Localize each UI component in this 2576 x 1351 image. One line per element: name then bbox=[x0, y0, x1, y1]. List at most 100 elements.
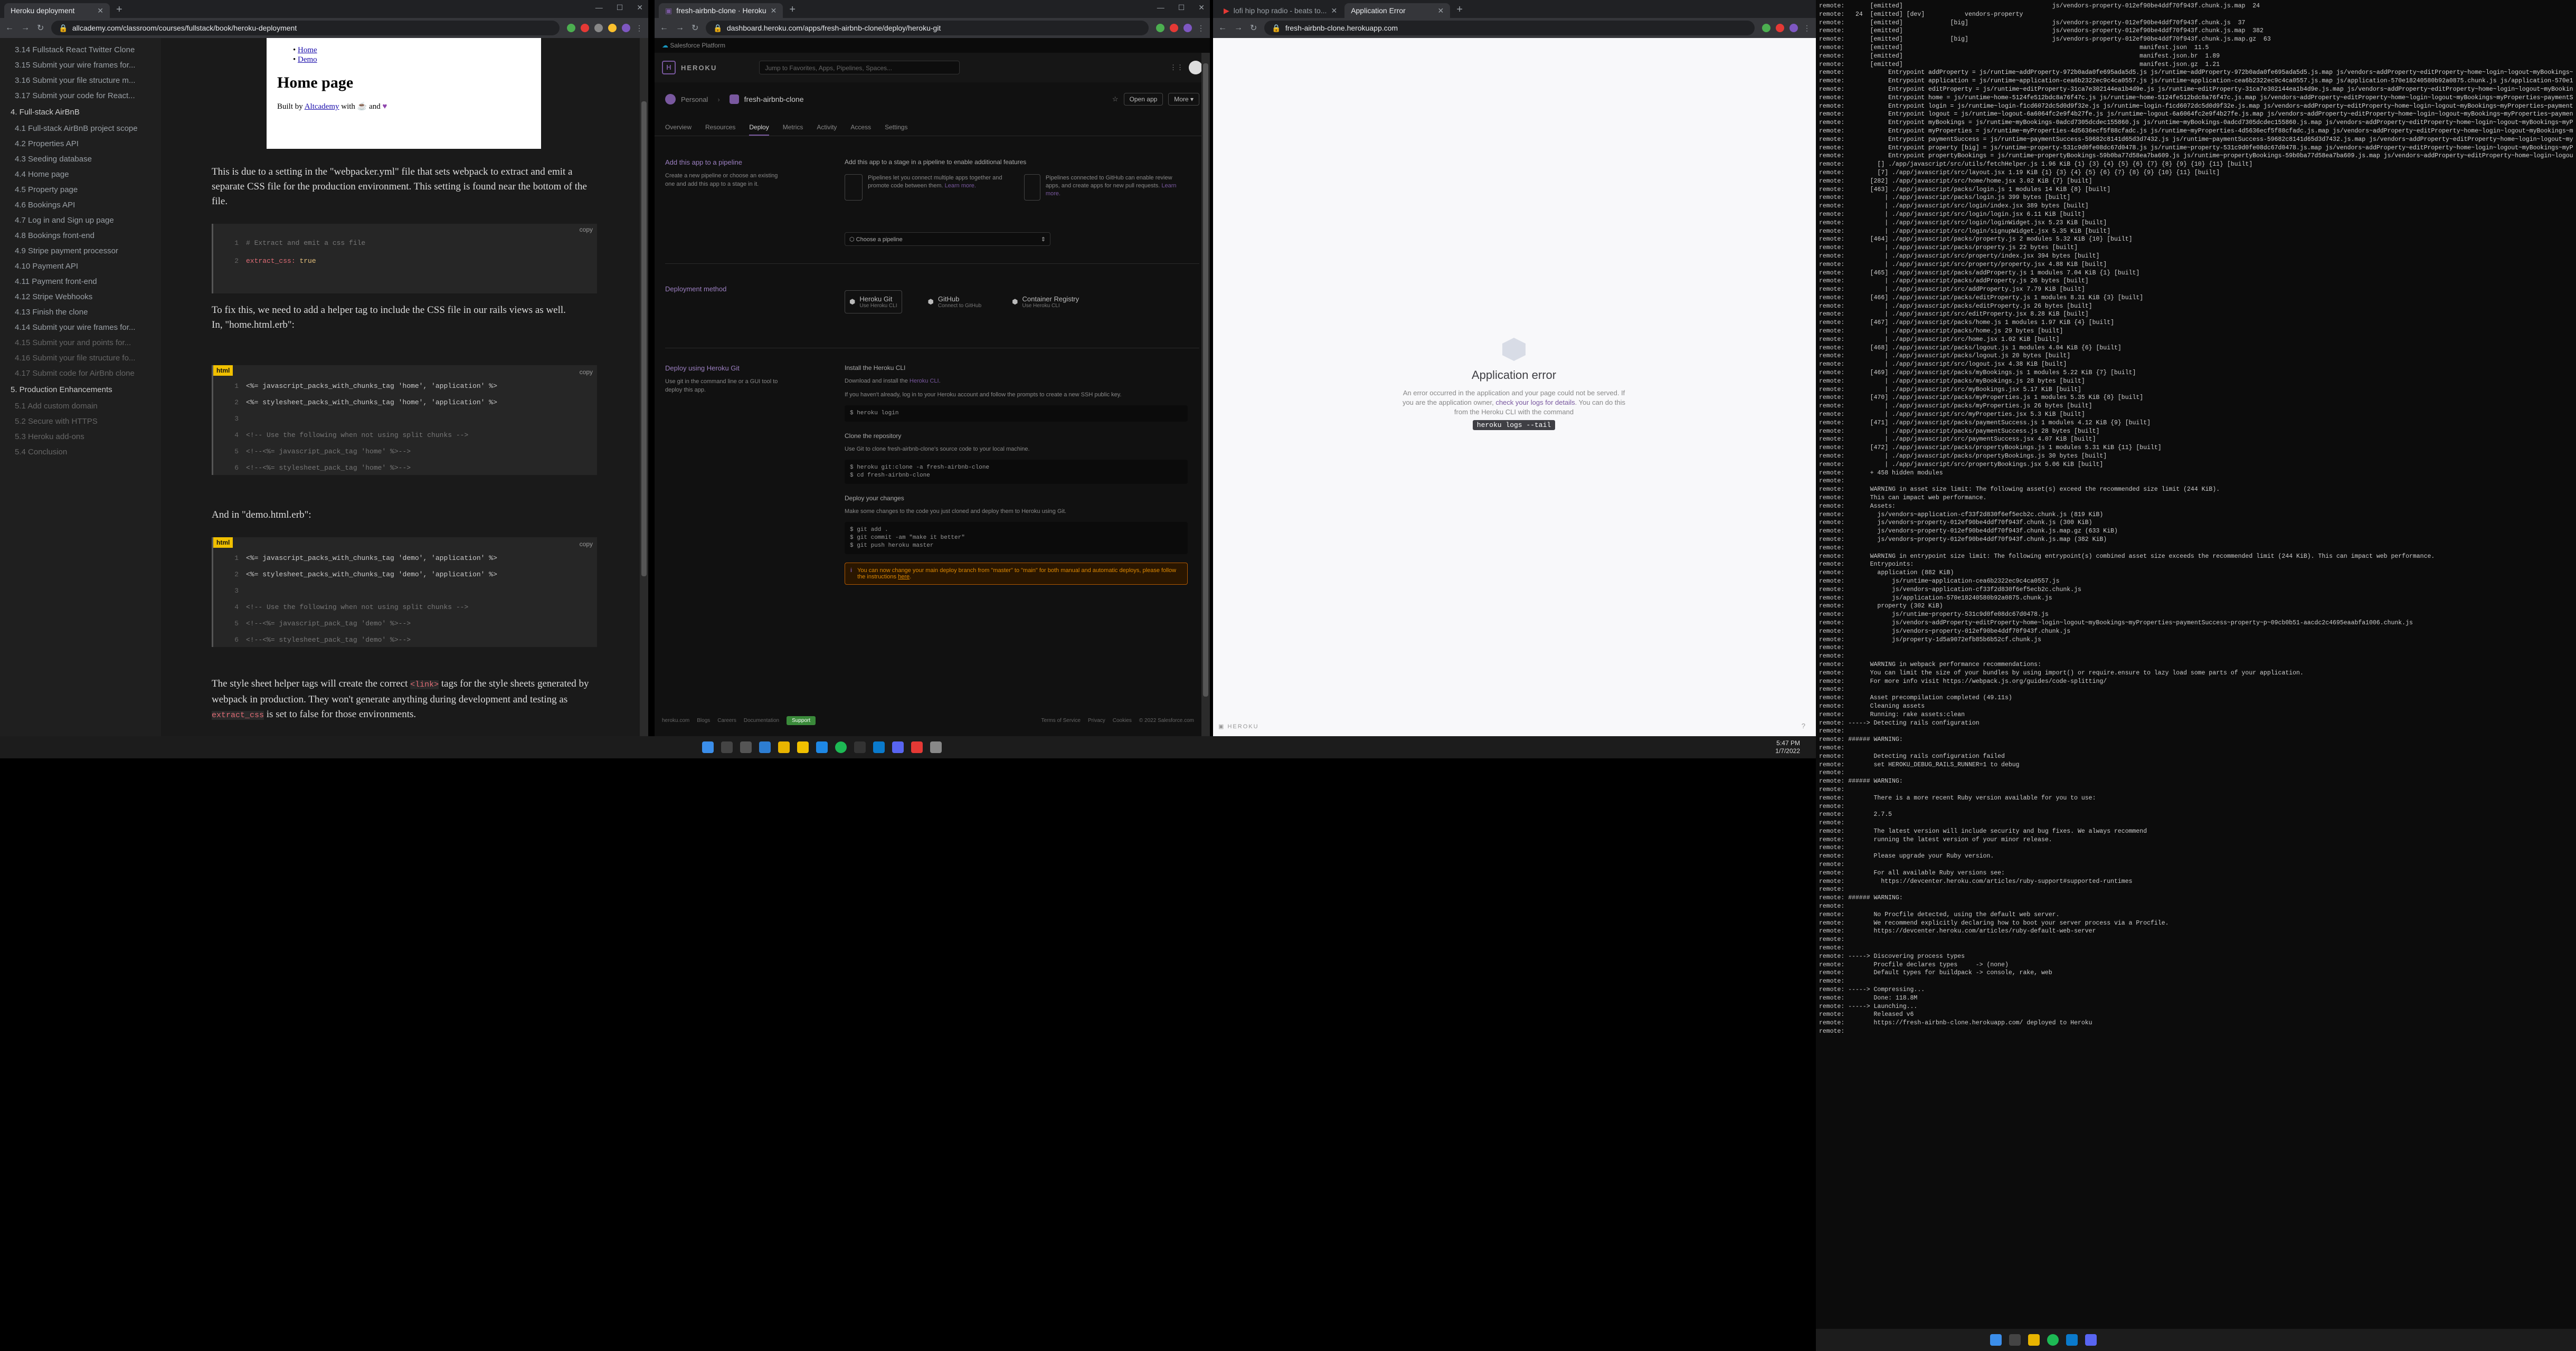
tab-access[interactable]: Access bbox=[850, 118, 871, 136]
logs-command[interactable]: heroku logs --tail bbox=[1472, 420, 1556, 430]
tab-deploy[interactable]: Deploy bbox=[749, 118, 769, 136]
deploy-method-option[interactable]: ⬢ Container Registry Use Heroku CLI bbox=[1007, 290, 1084, 313]
windows-start-icon[interactable] bbox=[1990, 1334, 2002, 1346]
sidebar-item[interactable]: 5.3 Heroku add-ons bbox=[0, 429, 161, 444]
tab-heroku-app[interactable]: ▣ fresh-airbnb-clone · Heroku ✕ bbox=[659, 3, 783, 18]
sidebar-item[interactable]: 4.10 Payment API bbox=[0, 259, 161, 274]
back-icon[interactable]: ← bbox=[1218, 23, 1227, 33]
footer-link[interactable]: Documentation bbox=[744, 718, 779, 724]
global-search-input[interactable]: Jump to Favorites, Apps, Pipelines, Spac… bbox=[759, 61, 960, 74]
vscode-icon[interactable] bbox=[873, 741, 885, 753]
sidebar-item[interactable]: 5.4 Conclusion bbox=[0, 444, 161, 460]
choose-pipeline-select[interactable]: ⬡ Choose a pipeline ⇕ bbox=[845, 232, 1050, 246]
new-tab-button[interactable]: + bbox=[111, 4, 128, 18]
footer-link[interactable]: Careers bbox=[717, 718, 736, 724]
sidebar-section[interactable]: 5. Production Enhancements bbox=[0, 381, 161, 398]
sidebar-item[interactable]: 4.9 Stripe payment processor bbox=[0, 243, 161, 259]
reload-icon[interactable]: ↻ bbox=[692, 23, 698, 33]
copy-button[interactable]: copy bbox=[580, 226, 593, 233]
forward-icon[interactable]: → bbox=[1234, 23, 1243, 33]
address-bar[interactable]: 🔒 dashboard.heroku.com/apps/fresh-airbnb-… bbox=[706, 21, 1149, 35]
sidebar-item[interactable]: 3.17 Submit your code for React... bbox=[0, 88, 161, 103]
address-bar[interactable]: 🔒 allcademy.com/classroom/courses/fullsta… bbox=[51, 21, 560, 35]
extension-icon[interactable] bbox=[1170, 23, 1178, 32]
back-icon[interactable]: ← bbox=[5, 23, 14, 33]
close-tab-icon[interactable]: ✕ bbox=[97, 6, 103, 15]
scrollbar-thumb[interactable] bbox=[1203, 63, 1208, 697]
sidebar-item[interactable]: 3.15 Submit your wire frames for... bbox=[0, 58, 161, 73]
menu-icon[interactable]: ⋮ bbox=[1197, 24, 1205, 33]
sidebar-item[interactable]: 4.11 Payment front-end bbox=[0, 274, 161, 289]
tab-activity[interactable]: Activity bbox=[817, 118, 837, 136]
clock[interactable]: 5:47 PM 1/7/2022 bbox=[1775, 739, 1800, 755]
heroku-logo-icon[interactable]: H bbox=[662, 61, 676, 74]
sidebar-item[interactable]: 5.1 Add custom domain bbox=[0, 398, 161, 414]
support-button[interactable]: Support bbox=[787, 716, 816, 725]
copy-button[interactable]: copy bbox=[580, 540, 593, 548]
app-icon[interactable] bbox=[911, 741, 923, 753]
extension-icon[interactable] bbox=[581, 23, 589, 32]
tab-lofi[interactable]: ▶ lofi hip hop radio - beats to... ✕ bbox=[1217, 3, 1343, 18]
mail-icon[interactable] bbox=[816, 741, 828, 753]
forward-icon[interactable]: → bbox=[21, 23, 30, 33]
reload-icon[interactable]: ↻ bbox=[37, 23, 44, 33]
menu-icon[interactable]: ⋮ bbox=[1803, 24, 1811, 33]
learn-more-link[interactable]: Learn more. bbox=[945, 183, 976, 189]
terminal-window[interactable]: remote: [emitted] js/vendors-property-01… bbox=[1816, 0, 2576, 1351]
breadcrumb-personal[interactable]: Personal bbox=[681, 96, 708, 103]
close-window-icon[interactable]: ✕ bbox=[637, 3, 643, 12]
sidebar-item[interactable]: 4.8 Bookings front-end bbox=[0, 228, 161, 243]
sidebar-item[interactable]: 3.14 Fullstack React Twitter Clone bbox=[0, 42, 161, 58]
reload-icon[interactable]: ↻ bbox=[1250, 23, 1257, 33]
app-icon[interactable] bbox=[930, 741, 942, 753]
back-icon[interactable]: ← bbox=[660, 23, 668, 33]
close-window-icon[interactable]: ✕ bbox=[1198, 3, 1205, 12]
close-tab-icon[interactable]: ✕ bbox=[1437, 6, 1444, 15]
close-tab-icon[interactable]: ✕ bbox=[1331, 6, 1337, 15]
sidebar-item[interactable]: 4.2 Properties API bbox=[0, 136, 161, 151]
terminal-icon[interactable] bbox=[854, 741, 866, 753]
footer-link[interactable]: heroku.com bbox=[662, 718, 689, 724]
sidebar-item[interactable]: 4.12 Stripe Webhooks bbox=[0, 289, 161, 305]
copy-button[interactable]: copy bbox=[580, 368, 593, 376]
star-icon[interactable]: ☆ bbox=[1112, 95, 1119, 103]
extension-icon[interactable] bbox=[594, 23, 603, 32]
search-icon[interactable] bbox=[2009, 1334, 2021, 1346]
deploy-method-option[interactable]: ⬢ Heroku Git Use Heroku CLI bbox=[845, 290, 902, 313]
extension-icon[interactable] bbox=[1762, 23, 1770, 32]
tab-overview[interactable]: Overview bbox=[665, 118, 692, 136]
footer-link[interactable]: Privacy bbox=[1088, 718, 1105, 724]
sidebar-item[interactable]: 4.3 Seeding database bbox=[0, 151, 161, 167]
footer-link[interactable]: Blogs bbox=[697, 718, 710, 724]
clone-command[interactable]: $ heroku git:clone -a fresh-airbnb-clone… bbox=[845, 460, 1188, 484]
minimize-icon[interactable]: — bbox=[1157, 3, 1164, 12]
minimize-icon[interactable]: — bbox=[595, 3, 603, 12]
tab-settings[interactable]: Settings bbox=[885, 118, 907, 136]
profile-avatar[interactable] bbox=[1183, 23, 1192, 32]
tab-metrics[interactable]: Metrics bbox=[783, 118, 803, 136]
extension-icon[interactable] bbox=[1156, 23, 1164, 32]
footer-link[interactable]: Terms of Service bbox=[1041, 718, 1081, 724]
more-button[interactable]: More ▾ bbox=[1168, 93, 1199, 106]
logs-link[interactable]: check your logs for details bbox=[1495, 398, 1575, 406]
extension-icon[interactable] bbox=[1776, 23, 1784, 32]
maximize-icon[interactable]: ☐ bbox=[1178, 3, 1185, 12]
sidebar-item[interactable]: 4.16 Submit your file structure fo... bbox=[0, 350, 161, 366]
tab-application-error[interactable]: Application Error ✕ bbox=[1344, 3, 1451, 18]
sidebar-item[interactable]: 4.7 Log in and Sign up page bbox=[0, 213, 161, 228]
windows-start-icon[interactable] bbox=[702, 741, 714, 753]
preview-home-link[interactable]: Home bbox=[298, 46, 317, 54]
sidebar-item[interactable]: 4.13 Finish the clone bbox=[0, 305, 161, 320]
chrome-icon[interactable] bbox=[2028, 1334, 2040, 1346]
sidebar-item[interactable]: 4.5 Property page bbox=[0, 182, 161, 197]
profile-avatar[interactable] bbox=[1789, 23, 1798, 32]
help-icon[interactable]: ? bbox=[1802, 722, 1805, 730]
altcademy-link[interactable]: Altcademy bbox=[305, 102, 339, 111]
sidebar-item[interactable]: 4.15 Submit your and points for... bbox=[0, 335, 161, 350]
scrollbar-thumb[interactable] bbox=[641, 101, 647, 576]
sidebar-item[interactable]: 4.6 Bookings API bbox=[0, 197, 161, 213]
footer-link[interactable]: © 2022 Salesforce.com bbox=[1139, 718, 1194, 724]
extension-icon[interactable] bbox=[608, 23, 617, 32]
notice-link[interactable]: here bbox=[898, 574, 910, 580]
tab-heroku-deployment[interactable]: Heroku deployment ✕ bbox=[4, 3, 110, 18]
